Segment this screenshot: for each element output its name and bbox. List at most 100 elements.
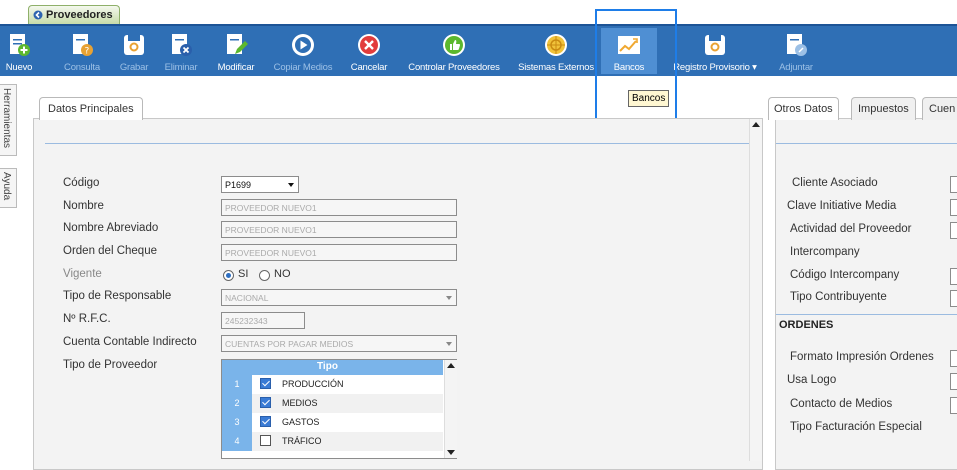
formato-impresion-field[interactable]	[950, 350, 957, 367]
cliente-asociado-label: Cliente Asociado	[792, 177, 878, 189]
svg-text:?: ?	[85, 47, 90, 57]
tipo-contribuyente-field[interactable]	[950, 290, 957, 307]
row-number: 2	[222, 394, 252, 413]
ayuda-tab[interactable]: Ayuda	[0, 168, 17, 208]
sistemas-externos-button[interactable]: Sistemas Externos	[513, 28, 599, 74]
tipo-facturacion-label: Tipo Facturación Especial	[790, 421, 922, 433]
eliminar-button[interactable]: Eliminar	[158, 28, 204, 74]
globe-icon	[543, 32, 569, 58]
table-row[interactable]: 3 GASTOS	[222, 413, 443, 432]
cancelar-label: Cancelar	[350, 62, 388, 73]
controlar-proveedores-button[interactable]: Controlar Proveedores	[397, 28, 511, 74]
abreviado-label: Nombre Abreviado	[63, 222, 159, 234]
nuevo-button[interactable]: Nuevo	[2, 28, 36, 74]
section-divider	[45, 143, 750, 144]
actividad-label: Actividad del Proveedor	[790, 223, 912, 235]
doc-edit-icon	[223, 32, 249, 58]
contacto-medios-field[interactable]	[950, 397, 957, 414]
save-icon	[121, 32, 147, 58]
play-icon	[290, 32, 316, 58]
codigo-select[interactable]: P1699	[221, 176, 299, 193]
contacto-medios-label: Contacto de Medios	[790, 398, 893, 410]
grabar-button[interactable]: Grabar	[114, 28, 154, 74]
nombre-label: Nombre	[63, 200, 104, 212]
doc-question-icon: ?	[69, 32, 95, 58]
tipo-responsable-select[interactable]: NACIONAL	[221, 289, 457, 306]
row-tipo: PRODUCCIÓN	[282, 379, 344, 389]
row-number: 4	[222, 432, 252, 451]
row-tipo: GASTOS	[282, 417, 320, 427]
adjuntar-button[interactable]: Adjuntar	[773, 28, 819, 74]
responsable-label: Tipo de Responsable	[63, 290, 172, 302]
cancelar-button[interactable]: Cancelar	[344, 28, 394, 74]
cliente-asociado-field[interactable]	[950, 176, 957, 193]
nombre-field[interactable]: PROVEEDOR NUEVO1	[221, 199, 457, 216]
tab-datos-principales[interactable]: Datos Principales	[39, 97, 143, 120]
grid-header: Tipo	[222, 360, 443, 375]
codigo-intercompany-field[interactable]	[950, 268, 957, 285]
modificar-button[interactable]: Modificar	[210, 28, 262, 74]
section-divider	[776, 314, 957, 315]
clave-initiative-label: Clave Initiative Media	[787, 200, 897, 212]
rfc-field[interactable]: 245232343	[221, 312, 305, 329]
orden-cheque-field[interactable]: PROVEEDOR NUEVO1	[221, 244, 457, 261]
bancos-tooltip: Bancos	[628, 90, 670, 107]
main-toolbar: Nuevo ? Consulta Grabar Eliminar Modific…	[0, 24, 957, 76]
tab-cuentas[interactable]: Cuen	[922, 97, 957, 120]
proveedores-tab[interactable]: Proveedores	[28, 5, 120, 24]
document-tabbar: Proveedores	[0, 0, 957, 24]
row-number: 1	[222, 375, 252, 394]
tipo-proveedor-label: Tipo de Proveedor	[63, 359, 158, 371]
table-row[interactable]: 1 PRODUCCIÓN	[222, 375, 443, 394]
table-row[interactable]: 2 MEDIOS	[222, 394, 443, 413]
formato-impresion-label: Formato Impresión Ordenes	[790, 351, 934, 363]
row-number: 3	[222, 413, 252, 432]
row-tipo: TRÁFICO	[282, 436, 322, 446]
copiar-medios-label: Copiar Medios	[273, 62, 333, 73]
scroll-down-icon	[447, 450, 455, 455]
table-row[interactable]: 4 TRÁFICO	[222, 432, 443, 451]
doc-plus-icon	[6, 32, 32, 58]
codigo-intercompany-label: Código Intercompany	[790, 269, 900, 281]
registro-provisorio-button[interactable]: Registro Provisorio ▾	[661, 28, 769, 74]
tab-otros-datos[interactable]: Otros Datos	[768, 97, 839, 120]
back-arrow-icon	[33, 10, 43, 20]
nombre-abreviado-field[interactable]: PROVEEDOR NUEVO1	[221, 221, 457, 238]
actividad-field[interactable]	[950, 222, 957, 239]
grid-scrollbar[interactable]	[444, 360, 457, 458]
vigente-no-radio[interactable]	[259, 270, 270, 281]
clave-initiative-field[interactable]	[950, 199, 957, 216]
copiar-medios-button[interactable]: Copiar Medios	[268, 28, 338, 74]
consulta-label: Consulta	[64, 62, 100, 73]
row-checkbox[interactable]	[260, 378, 271, 389]
vigente-si-label: SI	[238, 268, 249, 280]
cheque-label: Orden del Cheque	[63, 245, 157, 257]
ordenes-title: ORDENES	[779, 319, 834, 331]
scroll-up-icon	[447, 363, 455, 368]
usa-logo-field[interactable]	[950, 373, 957, 390]
thumbs-up-icon	[441, 32, 467, 58]
cuenta-label: Cuenta Contable Indirecto	[63, 336, 197, 348]
grabar-label: Grabar	[119, 62, 149, 73]
tab-impuestos[interactable]: Impuestos	[851, 97, 916, 120]
cuenta-contable-select[interactable]: CUENTAS POR PAGAR MEDIOS	[221, 335, 457, 352]
left-panel-scrollbar[interactable]	[749, 119, 762, 461]
tab-title: Proveedores	[46, 9, 113, 21]
tipo-proveedor-grid: Tipo 1 PRODUCCIÓN 2 MEDIOS 3 GASTOS 4 TR…	[221, 359, 457, 459]
row-checkbox[interactable]	[260, 397, 271, 408]
modificar-label: Modificar	[217, 62, 255, 73]
vigente-si-radio[interactable]	[223, 270, 234, 281]
sistemas-externos-label: Sistemas Externos	[518, 62, 594, 73]
consulta-button[interactable]: ? Consulta	[60, 28, 104, 74]
row-checkbox[interactable]	[260, 416, 271, 427]
eliminar-label: Eliminar	[164, 62, 198, 73]
registro-provisorio-label: Registro Provisorio ▾	[673, 62, 757, 73]
rfc-label: Nº R.F.C.	[63, 313, 111, 325]
vigente-no-label: NO	[274, 268, 291, 280]
doc-delete-icon	[168, 32, 194, 58]
herramientas-tab[interactable]: Herramientas	[0, 84, 17, 156]
save-icon	[702, 32, 728, 58]
nuevo-label: Nuevo	[5, 62, 33, 73]
row-checkbox[interactable]	[260, 435, 271, 446]
dropdown-caret-icon: ▾	[752, 62, 757, 73]
